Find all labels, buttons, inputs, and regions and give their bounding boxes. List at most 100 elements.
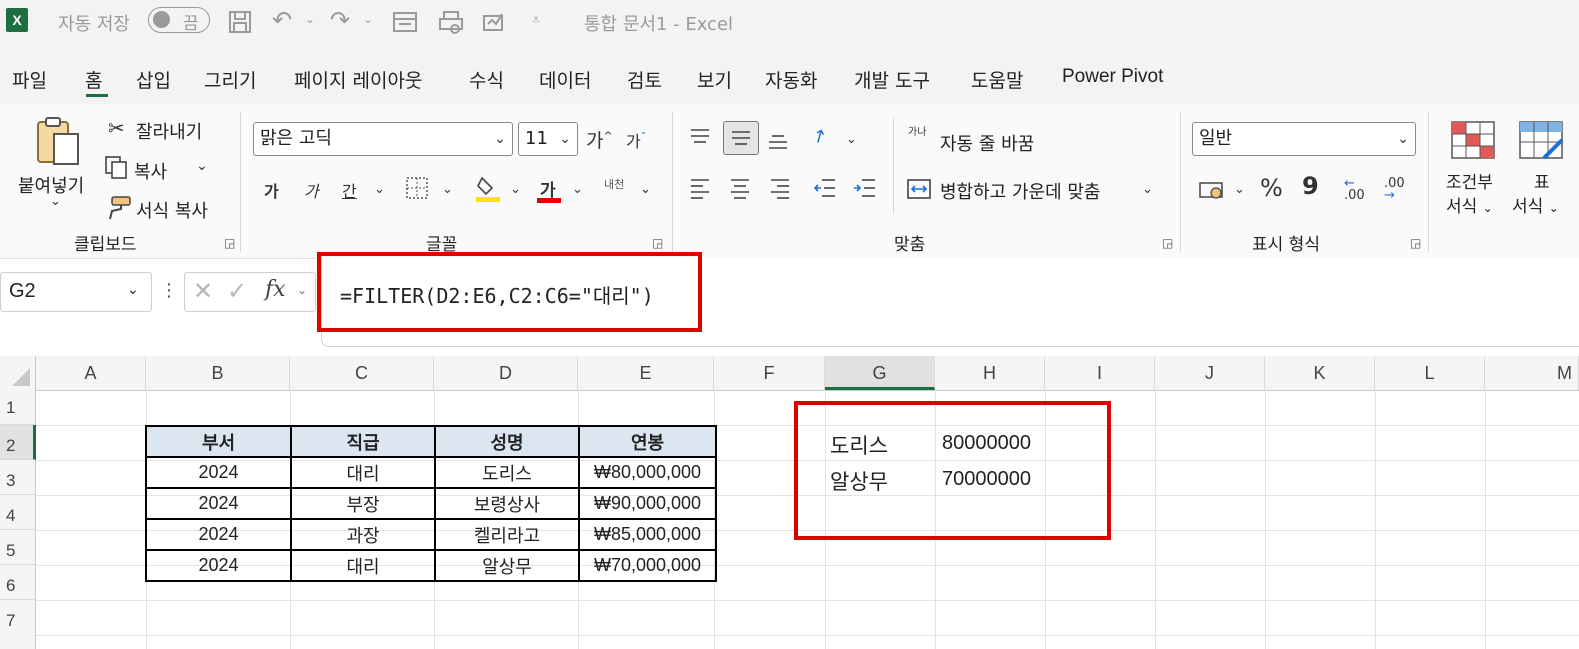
row-header-5[interactable]: 5 <box>0 530 36 565</box>
menu-power-pivot[interactable]: Power Pivot <box>1062 66 1163 88</box>
format-painter-icon[interactable] <box>104 195 132 225</box>
undo-icon[interactable]: ↶ <box>272 6 292 34</box>
fill-color-dropdown-icon[interactable]: ⌄ <box>510 182 521 197</box>
menu-insert[interactable]: 삽입 <box>136 66 171 93</box>
cell-c6[interactable]: 대리 <box>290 549 436 582</box>
cell-d4[interactable]: 보령상사 <box>434 487 580 520</box>
align-center-icon[interactable] <box>728 176 754 204</box>
insert-function-button[interactable]: fx <box>265 277 286 302</box>
fill-color-icon[interactable] <box>474 174 502 206</box>
cell-c5[interactable]: 과장 <box>290 518 436 551</box>
alignment-launcher-icon[interactable]: ◲ <box>1162 236 1173 250</box>
redo-dropdown-icon[interactable]: ⌄ <box>363 12 373 26</box>
paste-icon[interactable] <box>34 116 82 172</box>
autosave-toggle[interactable]: 끔 <box>148 7 210 34</box>
shrink-font-icon[interactable]: 가ˇ <box>626 128 646 152</box>
column-header-c[interactable]: C <box>290 356 434 390</box>
cell-b4[interactable]: 2024 <box>145 487 292 520</box>
cell-c4[interactable]: 부장 <box>290 487 436 520</box>
align-top-icon[interactable] <box>688 126 714 152</box>
column-header-g[interactable]: G <box>825 356 935 390</box>
font-color-dropdown-icon[interactable]: ⌄ <box>572 182 583 197</box>
menu-home[interactable]: 홈 <box>85 66 102 93</box>
header-department[interactable]: 부서 <box>145 425 292 458</box>
number-format-select[interactable]: 일반 ⌄ <box>1192 122 1416 156</box>
menu-page-layout[interactable]: 페이지 레이아웃 <box>294 66 422 93</box>
column-header-a[interactable]: A <box>36 356 146 390</box>
border-icon[interactable] <box>405 176 431 204</box>
menu-formulas[interactable]: 수식 <box>469 66 504 93</box>
column-header-f[interactable]: F <box>714 356 825 390</box>
merge-center-button[interactable]: 병합하고 가운데 맞춤 <box>940 178 1100 204</box>
conditional-formatting-icon[interactable] <box>1450 120 1496 164</box>
column-header-j[interactable]: J <box>1155 356 1265 390</box>
format-as-table-icon[interactable] <box>1518 120 1579 164</box>
comma-style-icon[interactable]: 9 <box>1302 172 1319 200</box>
phonetic-dropdown-icon[interactable]: ⌄ <box>640 182 651 197</box>
accounting-format-icon[interactable] <box>1198 178 1226 206</box>
row-header-6[interactable]: 6 <box>0 565 36 600</box>
clipboard-launcher-icon[interactable]: ◲ <box>224 236 235 250</box>
underline-dropdown-icon[interactable]: ⌄ <box>374 182 385 197</box>
copy-button[interactable]: 복사 <box>134 158 167 184</box>
align-bottom-icon[interactable] <box>766 132 792 158</box>
shape-icon[interactable] <box>482 10 508 39</box>
row-header-7[interactable]: 7 <box>0 600 36 649</box>
copy-dropdown-icon[interactable]: ⌄ <box>196 158 208 174</box>
align-right-icon[interactable] <box>768 176 794 204</box>
column-header-e[interactable]: E <box>578 356 714 390</box>
wrap-text-button[interactable]: 자동 줄 바꿈 <box>940 130 1034 156</box>
format-as-table-line1[interactable]: 표 <box>1534 168 1550 193</box>
name-box[interactable]: G2 ⌄ <box>0 272 152 312</box>
header-position[interactable]: 직급 <box>290 425 436 458</box>
menu-review[interactable]: 검토 <box>627 66 662 93</box>
accounting-dropdown-icon[interactable]: ⌄ <box>1234 182 1245 197</box>
border-dropdown-icon[interactable]: ⌄ <box>442 182 453 197</box>
more-options-icon[interactable]: ⋮ <box>160 280 178 301</box>
save-icon[interactable] <box>228 10 254 39</box>
customize-quick-access-icon[interactable]: ⩡ <box>532 12 540 28</box>
row-header-1[interactable]: 1 <box>0 390 36 425</box>
font-name-select[interactable]: 맑은 고딕 ⌄ <box>253 122 513 156</box>
font-launcher-icon[interactable]: ◲ <box>652 236 663 250</box>
bold-icon[interactable]: 가 <box>264 178 279 202</box>
grow-font-icon[interactable]: 가^ <box>586 126 613 153</box>
cell-b3[interactable]: 2024 <box>145 456 292 489</box>
column-header-d[interactable]: D <box>434 356 578 390</box>
format-as-table-line2[interactable]: 서식 ⌄ <box>1512 192 1579 217</box>
underline-icon[interactable]: 간 <box>342 178 357 202</box>
number-launcher-icon[interactable]: ◲ <box>1410 236 1421 250</box>
merge-dropdown-icon[interactable]: ⌄ <box>1142 182 1153 197</box>
align-middle-button[interactable] <box>723 121 759 155</box>
decrease-indent-icon[interactable] <box>812 176 838 204</box>
menu-help[interactable]: 도움말 <box>971 66 1023 93</box>
conditional-formatting-line1[interactable]: 조건부 <box>1446 168 1493 193</box>
column-header-h[interactable]: H <box>935 356 1045 390</box>
cell-e6[interactable]: ₩70,000,000 <box>578 549 717 582</box>
menu-data[interactable]: 데이터 <box>539 66 591 93</box>
decrease-decimal-icon[interactable]: .00 → <box>1384 177 1405 202</box>
paste-dropdown-icon[interactable]: ⌄ <box>50 194 61 209</box>
merge-center-icon[interactable] <box>906 177 932 205</box>
conditional-formatting-line2[interactable]: 서식 ⌄ <box>1446 192 1493 217</box>
cell-e4[interactable]: ₩90,000,000 <box>578 487 717 520</box>
cell-d5[interactable]: 켈리라고 <box>434 518 580 551</box>
column-header-l[interactable]: L <box>1375 356 1485 390</box>
header-salary[interactable]: 연봉 <box>578 425 717 458</box>
menu-file[interactable]: 파일 <box>12 66 47 93</box>
column-header-m[interactable]: M <box>1485 356 1579 390</box>
redo-icon[interactable]: ↷ <box>330 6 350 34</box>
scissors-icon[interactable]: ✂ <box>108 116 125 140</box>
cell-c3[interactable]: 대리 <box>290 456 436 489</box>
row-header-3[interactable]: 3 <box>0 460 36 495</box>
undo-dropdown-icon[interactable]: ⌄ <box>305 12 315 26</box>
menu-draw[interactable]: 그리기 <box>204 66 256 93</box>
cell-e5[interactable]: ₩85,000,000 <box>578 518 717 551</box>
wrap-text-icon[interactable]: 가나 <box>908 128 926 138</box>
cancel-icon[interactable]: ✕ <box>193 277 213 305</box>
row-header-2[interactable]: 2 <box>0 425 36 460</box>
form-icon[interactable] <box>392 10 418 39</box>
cell-d6[interactable]: 알상무 <box>434 549 580 582</box>
column-header-k[interactable]: K <box>1265 356 1375 390</box>
orientation-dropdown-icon[interactable]: ⌄ <box>846 132 857 147</box>
